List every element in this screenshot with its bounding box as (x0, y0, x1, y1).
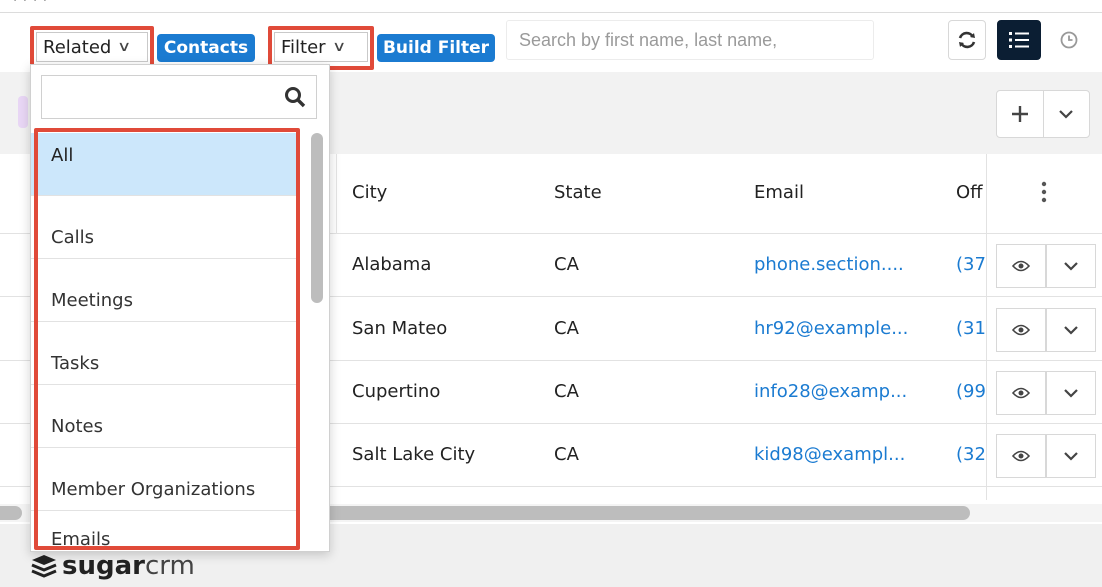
row-actions-button[interactable] (1046, 371, 1096, 415)
chevron-down-icon: ∨ (117, 39, 132, 55)
row-actions-button[interactable] (1046, 434, 1096, 478)
chevron-down-icon (1059, 110, 1074, 119)
vertical-dots-icon (1041, 181, 1047, 203)
search-input[interactable]: Search by first name, last name, (506, 20, 874, 60)
column-header-city[interactable]: City (352, 182, 387, 203)
create-more-button[interactable] (1044, 91, 1089, 137)
related-item-label: All (51, 145, 74, 166)
plus-icon (1011, 106, 1028, 122)
preview-button[interactable] (996, 434, 1046, 478)
preview-button[interactable] (996, 371, 1046, 415)
column-separator (336, 154, 337, 234)
related-item-meetings[interactable]: Meetings (31, 259, 297, 322)
cell-state: CA (554, 381, 579, 402)
related-item-label: Notes (51, 416, 103, 437)
brand-crm: crm (144, 551, 195, 581)
related-dropdown-panel: All Calls Meetings Tasks Notes Member Or… (30, 64, 330, 552)
related-dropdown-label: Related (43, 36, 112, 58)
frozen-column-divider (986, 154, 987, 500)
cell-state: CA (554, 444, 579, 465)
sugarcrm-cube-icon (31, 555, 57, 578)
column-header-office[interactable]: Off (956, 182, 983, 203)
preview-button[interactable] (996, 308, 1046, 352)
eye-icon (1012, 324, 1030, 336)
eye-icon (1012, 387, 1030, 399)
cell-office-phone[interactable]: (99 (956, 381, 986, 402)
cell-state: CA (554, 318, 579, 339)
related-item-label: Meetings (51, 290, 133, 311)
cell-office-phone[interactable]: (31 (956, 318, 986, 339)
build-filter-button[interactable]: Build Filter (377, 34, 495, 62)
related-item-label: Calls (51, 227, 94, 248)
chevron-down-icon (1064, 389, 1078, 398)
row-actions-button[interactable] (1046, 308, 1096, 352)
chevron-down-icon: ∨ (331, 39, 346, 55)
create-actions-group (996, 90, 1090, 138)
search-icon (284, 86, 306, 112)
chevron-down-icon (1064, 452, 1078, 461)
cell-email[interactable]: phone.section.... (754, 254, 904, 275)
column-menu-button[interactable] (1040, 180, 1048, 208)
related-item-tasks[interactable]: Tasks (31, 322, 297, 385)
related-item-emails[interactable]: Emails (31, 511, 297, 551)
list-view-toggle[interactable] (997, 20, 1041, 60)
refresh-icon (958, 31, 976, 49)
filter-dropdown-label: Filter (281, 36, 326, 58)
cell-email[interactable]: info28@examp... (754, 381, 907, 402)
related-search-input[interactable] (41, 75, 317, 119)
cell-city: San Mateo (352, 318, 448, 339)
related-dropdown[interactable]: Related ∨ (36, 32, 148, 62)
chevron-down-icon (1064, 262, 1078, 271)
related-item-label: Tasks (51, 353, 100, 374)
cell-email[interactable]: hr92@example... (754, 318, 908, 339)
related-item-calls[interactable]: Calls (31, 196, 297, 259)
activity-stream-toggle[interactable] (1046, 20, 1092, 60)
cell-city: Salt Lake City (352, 444, 476, 465)
refresh-button[interactable] (948, 20, 986, 60)
eye-icon (1012, 260, 1030, 272)
column-header-state[interactable]: State (554, 182, 602, 203)
add-button[interactable] (997, 91, 1044, 137)
horizontal-scrollbar-thumb[interactable] (304, 506, 970, 520)
list-toolbar-marker (18, 96, 28, 128)
related-module-list: All Calls Meetings Tasks Notes Member Or… (31, 133, 297, 551)
module-contacts-pill[interactable]: Contacts (157, 34, 255, 62)
cell-city: Cupertino (352, 381, 441, 402)
related-list-scrollbar[interactable] (311, 133, 323, 303)
related-item-all[interactable]: All (31, 133, 297, 196)
sugarcrm-logo[interactable]: sugar crm (30, 551, 195, 581)
chevron-down-icon (1064, 326, 1078, 335)
column-header-email[interactable]: Email (754, 182, 804, 203)
related-item-label: Emails (51, 529, 111, 550)
brand-sugar: sugar (62, 551, 145, 581)
cell-office-phone[interactable]: (32 (956, 444, 986, 465)
preview-button[interactable] (996, 244, 1046, 288)
cell-email[interactable]: kid98@exampl... (754, 444, 905, 465)
page: Related ∨ Contacts Filter ∨ Build Filter… (0, 0, 1102, 587)
list-view-icon (1009, 32, 1029, 48)
header-divider (0, 12, 1102, 13)
cell-city: Alabama (352, 254, 432, 275)
clock-icon (1060, 31, 1078, 49)
related-item-label: Member Organizations (51, 479, 256, 500)
row-actions-button[interactable] (1046, 244, 1096, 288)
related-item-notes[interactable]: Notes (31, 385, 297, 448)
cell-state: CA (554, 254, 579, 275)
eye-icon (1012, 450, 1030, 462)
cell-office-phone[interactable]: (37 (956, 254, 986, 275)
filter-dropdown[interactable]: Filter ∨ (274, 32, 368, 62)
related-item-member-organizations[interactable]: Member Organizations (31, 448, 297, 511)
horizontal-scrollbar-edge (0, 506, 22, 520)
